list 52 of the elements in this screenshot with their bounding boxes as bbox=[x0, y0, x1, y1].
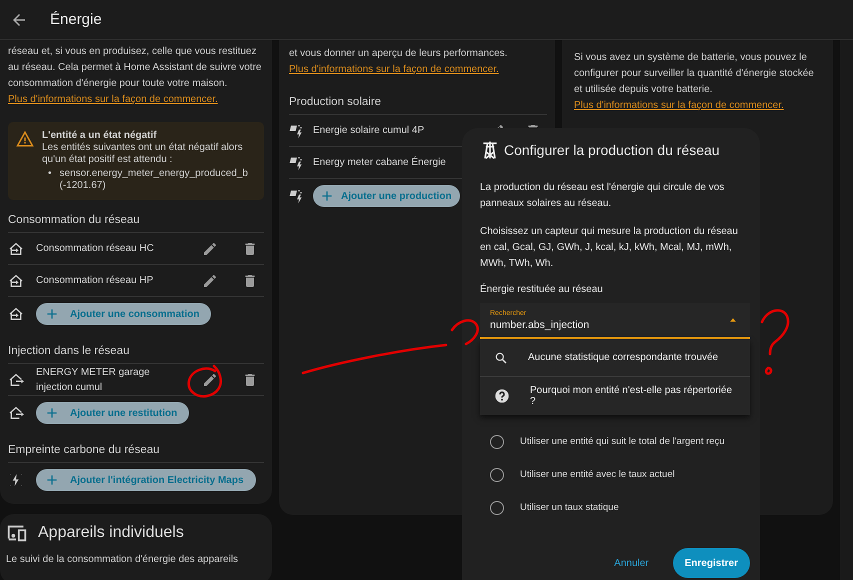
pencil-icon bbox=[202, 240, 218, 256]
menu-item-text: Pourquoi mon entité n'est-elle pas répertoriée ? bbox=[530, 385, 734, 407]
alert-text: Les entités suivantes ont un état négatif alors qu'un état positif est attendu : bbox=[42, 142, 243, 165]
house-import-icon bbox=[8, 306, 24, 322]
radio-button[interactable] bbox=[490, 468, 504, 482]
combobox-value: number.abs_injection bbox=[490, 318, 590, 330]
entry-label: Consommation réseau HP bbox=[36, 274, 154, 288]
info-link[interactable]: Plus d'informations sur la façon de commencer. bbox=[8, 94, 218, 105]
pencil-icon bbox=[202, 372, 218, 388]
cancel-button[interactable]: Annuler bbox=[608, 556, 655, 570]
pencil-icon bbox=[202, 272, 218, 288]
dialog-text: La production du réseau est l'énergie qui circule de vos panneaux solaires au réseau. bbox=[480, 181, 726, 211]
warning-alert: L'entité a un état négatif Les entités suivantes ont un état négatif alors qu'un état positif est attendu : • sensor.energy_meter_energy_produced_b (-1201.67) bbox=[8, 122, 264, 200]
field-label: Énergie restituée au réseau bbox=[480, 284, 604, 295]
card-title: Appareils individuels bbox=[38, 524, 184, 542]
house-export-icon bbox=[8, 405, 24, 421]
entry-label: Consommation réseau HC bbox=[36, 242, 155, 256]
intro-text: et vous donner un aperçu de leurs performances. Plus d'informations sur la façon de commencer. bbox=[289, 47, 508, 77]
alert-title: L'entité a un état négatif bbox=[42, 130, 158, 142]
radio-label: Utiliser une entité avec le taux actuel bbox=[520, 469, 675, 480]
help-icon bbox=[494, 388, 510, 404]
question-mark-drawing bbox=[450, 319, 479, 346]
radio-button[interactable] bbox=[490, 434, 504, 448]
dialog-text: Choisissez un capteur qui mesure la production du réseau en cal, Gcal, GJ, GWh, J, kcal, kJ, kWh, Mcal, MJ, mWh, MWh, TWh, Wh. bbox=[480, 225, 739, 271]
info-link[interactable]: Plus d'informations sur la façon de commencer. bbox=[289, 64, 499, 75]
entry-label: Energie solaire cumul 4P bbox=[313, 124, 426, 138]
page-title: Énergie bbox=[50, 11, 102, 28]
dialog-title: Configurer la production du réseau bbox=[504, 142, 720, 158]
house-import-icon bbox=[8, 240, 24, 256]
house-export-icon bbox=[8, 372, 24, 388]
alert-item: sensor.energy_meter_energy_produced_b (-1201.67) bbox=[60, 168, 249, 192]
entry-label: ENERGY METER garage injection cumul bbox=[36, 366, 151, 394]
card-text: Le suivi de la consommation d'énergie des appareils bbox=[6, 553, 240, 567]
radio-label: Utiliser une entité qui suit le total de l'argent reçu bbox=[520, 436, 725, 447]
intro-text: réseau et, si vous en produisez, celle que vous restituez au réseau. Cela permet à Home Assistant de suivre votre consommation d'énergie pour toute votre maison. Plus d'informations sur la façon de commencer. bbox=[8, 45, 262, 107]
save-button[interactable]: Enregistrer bbox=[672, 548, 750, 578]
warning-icon bbox=[16, 130, 34, 148]
radio-button[interactable] bbox=[490, 500, 504, 514]
section-title: Production solaire bbox=[289, 92, 547, 115]
menu-item-text: Aucune statistique correspondante trouvée bbox=[528, 352, 718, 363]
section-title: Empreinte carbone du réseau bbox=[8, 440, 264, 463]
help-item[interactable]: Pourquoi mon entité n'est-elle pas répertoriée ? bbox=[480, 377, 750, 415]
section-title: Injection dans le réseau bbox=[8, 341, 264, 364]
house-import-icon bbox=[8, 272, 24, 288]
section-title: Consommation du réseau bbox=[8, 210, 264, 233]
search-icon bbox=[494, 350, 508, 364]
radio-label: Utiliser un taux statique bbox=[520, 502, 619, 513]
lightning-icon bbox=[8, 472, 24, 488]
intro-text: Si vous avez un système de batterie, vous pouvez le configurer pour surveiller la quantité d'énergie stockée et utilisée depuis votre batterie. Plus d'informations sur la façon de commencer. bbox=[574, 51, 815, 113]
info-link[interactable]: Plus d'informations sur la façon de commencer. bbox=[574, 100, 784, 111]
entry-label: Energy meter cabane Énergie bbox=[313, 155, 447, 170]
question-mark-drawing bbox=[760, 309, 790, 375]
